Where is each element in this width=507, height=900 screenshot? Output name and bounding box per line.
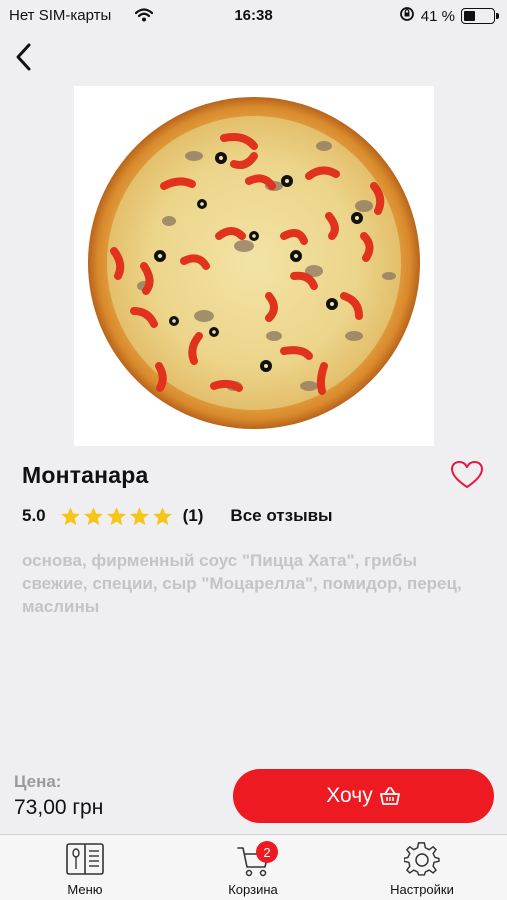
want-button-label: Хочу <box>326 784 373 807</box>
star-rating <box>60 506 173 527</box>
review-count: (1) <box>182 506 204 525</box>
product-description: основа, фирменный соус "Пицца Хата", гри… <box>22 551 462 616</box>
orientation-lock-icon <box>399 6 415 26</box>
tab-settings[interactable]: Настройки <box>377 835 467 900</box>
tab-menu[interactable]: Меню <box>40 835 130 900</box>
product-title: Монтанара <box>22 462 149 488</box>
heart-icon <box>451 461 483 488</box>
all-reviews-link[interactable]: Все отзывы <box>230 506 332 526</box>
basket-icon <box>379 787 400 805</box>
tab-cart[interactable]: 2 Корзина <box>208 835 298 900</box>
cart-badge: 2 <box>256 841 278 863</box>
favorite-button[interactable] <box>450 460 484 490</box>
price-value: 73,00 грн <box>14 796 104 819</box>
tab-bar: Меню 2 Корзина Настройки <box>0 834 507 900</box>
product-photo <box>74 86 434 446</box>
star-icon <box>152 506 172 525</box>
tab-cart-label: Корзина <box>228 882 278 897</box>
star-icon <box>60 506 80 525</box>
gear-icon <box>404 842 440 876</box>
tab-menu-label: Меню <box>67 882 103 897</box>
battery-icon <box>461 8 499 24</box>
tab-settings-label: Настройки <box>390 882 454 897</box>
battery-percent: 41 % <box>420 7 455 25</box>
chevron-left-icon <box>16 43 31 71</box>
star-icon <box>83 506 103 525</box>
rating-value: 5.0 <box>22 506 46 525</box>
battery-fill <box>464 11 476 21</box>
status-right: 41 % <box>399 6 499 26</box>
pizza-icon <box>88 97 420 429</box>
menu-book-icon <box>66 843 104 875</box>
status-bar: Нет SIM-карты 16:38 41 % <box>0 0 507 32</box>
price-label: Цена: <box>14 772 62 791</box>
back-button[interactable] <box>8 40 40 74</box>
star-icon <box>129 506 149 525</box>
want-button[interactable]: Хочу <box>233 769 494 823</box>
star-icon <box>106 506 126 525</box>
rating-row: 5.0 (1) Все отзывы <box>22 504 333 528</box>
